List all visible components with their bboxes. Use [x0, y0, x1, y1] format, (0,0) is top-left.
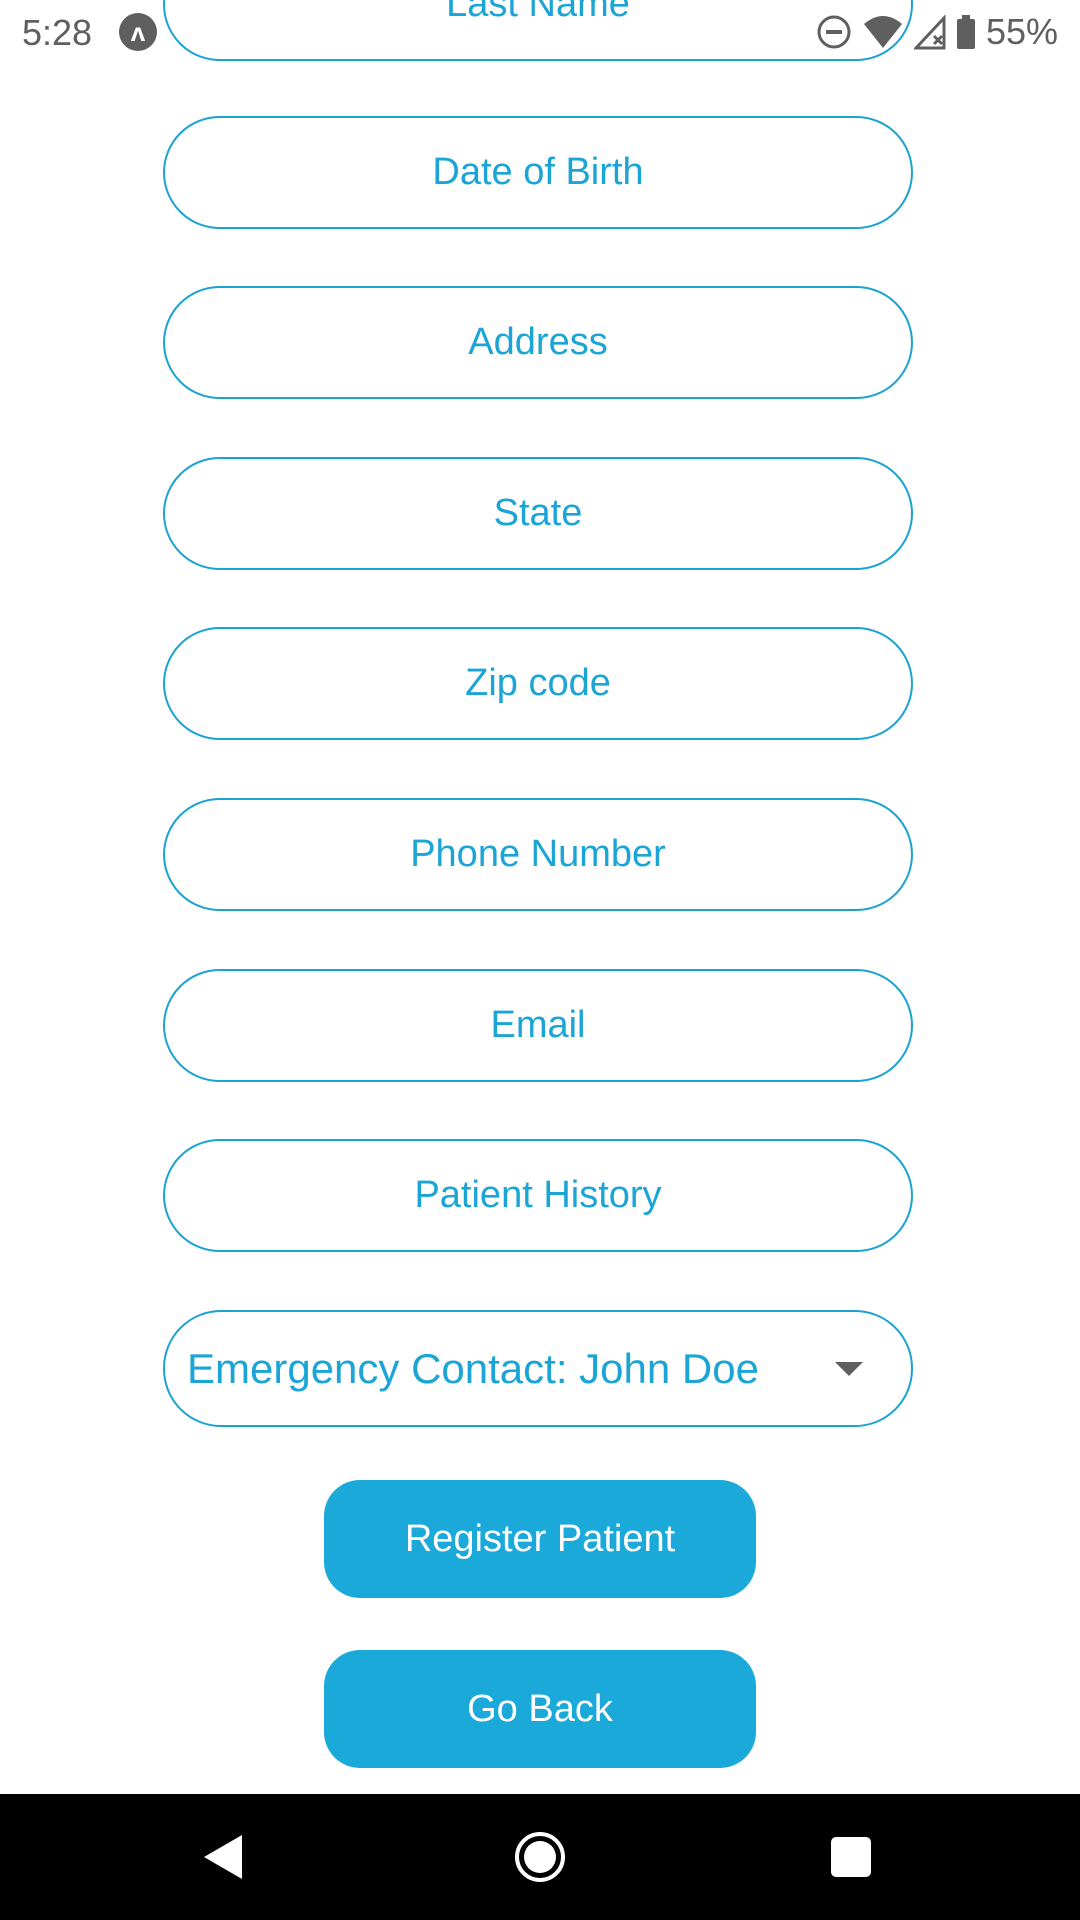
chevron-down-icon	[835, 1361, 863, 1376]
date-of-birth-placeholder: Date of Birth	[432, 151, 644, 193]
zip-code-field[interactable]: Zip code	[163, 627, 913, 740]
app-notification-icon: ʌ	[119, 13, 157, 51]
email-field[interactable]: Email	[163, 969, 913, 1082]
go-back-button[interactable]: Go Back	[324, 1650, 756, 1768]
emergency-contact-dropdown[interactable]: Emergency Contact: John Doe	[163, 1310, 913, 1427]
phone-number-placeholder: Phone Number	[410, 833, 666, 875]
home-icon[interactable]	[515, 1832, 565, 1882]
last-name-placeholder: Last Name	[446, 0, 630, 25]
emergency-contact-selected: Emergency Contact: John Doe	[187, 1344, 759, 1392]
register-patient-button[interactable]: Register Patient	[324, 1480, 756, 1598]
patient-history-placeholder: Patient History	[414, 1174, 662, 1216]
register-patient-label: Register Patient	[404, 1517, 676, 1560]
battery-percentage: 55%	[985, 11, 1058, 52]
address-placeholder: Address	[468, 321, 608, 363]
state-placeholder: State	[493, 492, 583, 534]
back-icon[interactable]	[204, 1835, 242, 1879]
phone-number-field[interactable]: Phone Number	[163, 798, 913, 911]
status-time: 5:28	[22, 12, 93, 53]
zip-code-placeholder: Zip code	[465, 662, 611, 704]
go-back-label: Go Back	[467, 1687, 613, 1730]
patient-history-field[interactable]: Patient History	[163, 1139, 913, 1252]
email-placeholder: Email	[490, 1004, 586, 1046]
recents-icon[interactable]	[831, 1837, 871, 1877]
signal-icon	[913, 14, 946, 50]
address-field[interactable]: Address	[163, 286, 913, 399]
last-name-field[interactable]: Last Name	[163, 0, 913, 61]
navigation-bar	[0, 1794, 1080, 1920]
date-of-birth-field[interactable]: Date of Birth	[163, 116, 913, 229]
battery-icon	[956, 15, 975, 49]
state-field[interactable]: State	[163, 457, 913, 570]
